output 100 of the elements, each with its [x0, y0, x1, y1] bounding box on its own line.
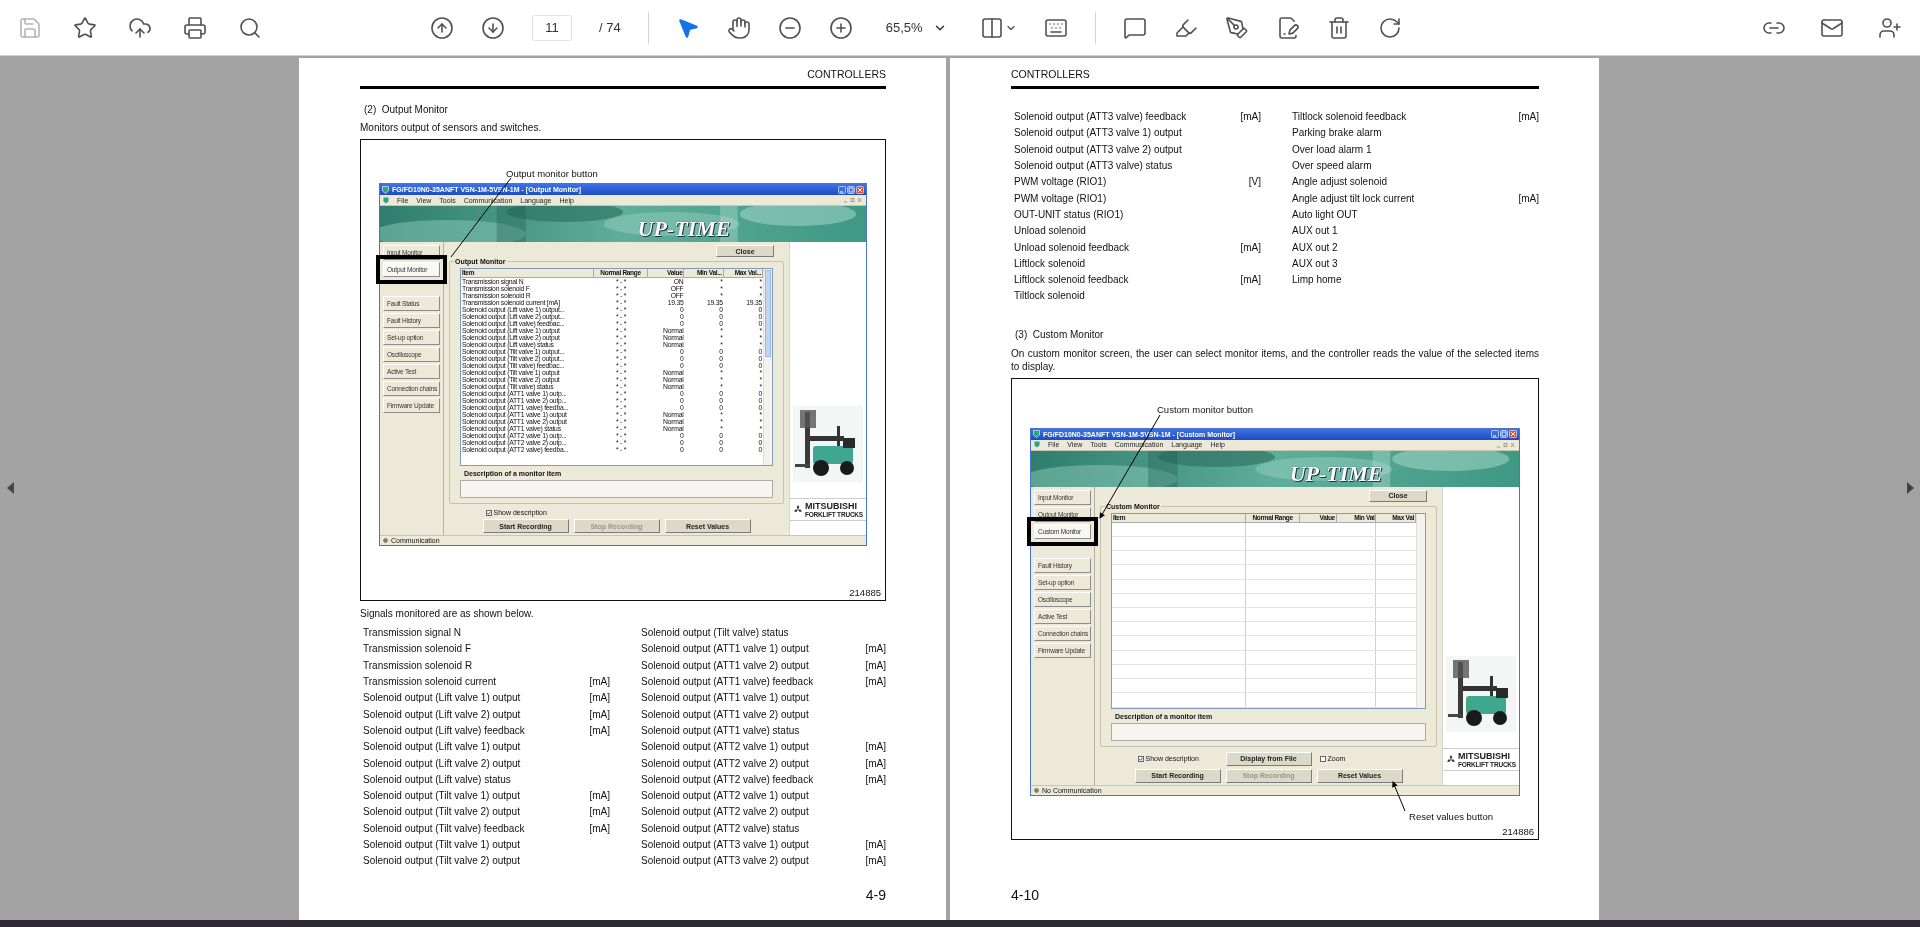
signal-unit: [mA]	[865, 757, 886, 769]
zoom-out-icon[interactable]	[777, 15, 802, 40]
page-layout-icon[interactable]	[979, 15, 1004, 40]
signal-unit: [mA]	[1518, 192, 1539, 204]
search-icon[interactable]	[238, 15, 262, 40]
banner-title: UP-TIME	[1289, 460, 1383, 487]
zoom-dropdown[interactable]: 65,5%	[879, 16, 953, 39]
cloud-upload-icon[interactable]	[128, 15, 152, 40]
signal-name: Unload solenoid feedback	[1014, 241, 1130, 253]
three-diamonds-icon	[1446, 754, 1456, 764]
previous-page-icon[interactable]	[6, 482, 14, 494]
signal-unit: [V]	[1248, 176, 1261, 188]
signal-unit: [mA]	[589, 676, 610, 688]
signal-name: AUX out 3	[1292, 257, 1338, 269]
signal-name: Transmission solenoid R	[363, 659, 473, 671]
signal-name: AUX out 1	[1292, 225, 1338, 237]
banner-title: UP-TIME	[637, 216, 731, 242]
signal-unit: [mA]	[589, 790, 610, 802]
pen-icon[interactable]	[1224, 15, 1249, 40]
signal-name: Liftlock solenoid feedback	[1014, 274, 1129, 286]
signal-name: Tiltlock solenoid feedback	[1292, 111, 1407, 123]
signal-name: Solenoid output (ATT1 valve) status	[641, 724, 800, 736]
running-header: CONTROLLERS	[806, 68, 886, 81]
signal-unit: [mA]	[865, 659, 886, 671]
signal-name: Solenoid output (Tilt valve 1) output	[363, 790, 520, 802]
signal-name: Solenoid output (ATT3 valve) feedback	[1014, 111, 1187, 123]
signal-unit: [mA]	[589, 708, 610, 720]
signal-unit: [mA]	[1240, 274, 1261, 286]
close-icon[interactable]	[1509, 430, 1517, 439]
three-diamonds-icon	[793, 505, 803, 514]
zoom-in-icon[interactable]	[828, 15, 853, 40]
signal-name: Over load alarm 1	[1292, 143, 1372, 155]
signal-name: OUT-UNIT status (RIO1)	[1014, 208, 1124, 220]
signal-name: Solenoid output (ATT2 valve 2) output	[641, 757, 809, 769]
signal-unit: [mA]	[1518, 111, 1539, 123]
close-icon[interactable]	[856, 185, 864, 194]
signal-name: Solenoid output (Lift valve 1) output	[363, 692, 521, 704]
signal-name: Solenoid output (Tilt valve 2) output	[363, 855, 520, 867]
signal-name: Solenoid output (ATT1 valve 2) output	[641, 659, 809, 671]
page-number: 4-9	[864, 887, 886, 903]
signal-name: Solenoid output (ATT2 valve) status	[641, 822, 800, 834]
signal-name: Solenoid output (ATT1 valve) feedback	[641, 676, 814, 688]
signal-unit: [mA]	[865, 643, 886, 655]
scrollbar[interactable]	[1416, 513, 1425, 708]
signal-name: Auto light OUT	[1292, 208, 1358, 220]
signal-name: Solenoid output (Tilt valve 2) output	[363, 806, 520, 818]
callout-label: Custom monitor button	[1157, 403, 1254, 415]
figure-number: 214885	[849, 587, 881, 598]
arrow-up-icon[interactable]	[430, 15, 454, 40]
signal-unit: [mA]	[589, 822, 610, 834]
maximize-icon[interactable]	[1500, 430, 1508, 439]
signal-name: Parking brake alarm	[1292, 127, 1382, 139]
add-user-icon[interactable]	[1878, 15, 1902, 40]
signal-name: Liftlock solenoid	[1014, 257, 1086, 269]
trash-icon[interactable]	[1326, 15, 1351, 40]
callout-label: Reset values button	[1409, 810, 1493, 822]
page-count: / 74	[599, 20, 621, 35]
signal-name: Angle adjust solenoid	[1292, 176, 1388, 188]
signal-name: Solenoid output (ATT2 valve) feedback	[641, 773, 814, 785]
arrow-down-icon[interactable]	[481, 15, 505, 40]
signal-name: Solenoid output (Tilt valve 1) output	[363, 839, 520, 850]
signal-name: Solenoid output (ATT2 valve 1) output	[641, 790, 809, 802]
comment-icon[interactable]	[1122, 15, 1147, 40]
signal-name: Solenoid output (ATT1 valve 2) output	[641, 708, 809, 720]
status-icon	[383, 538, 388, 543]
signal-name: Solenoid output (Tilt valve) feedback	[363, 822, 525, 834]
signal-name: Solenoid output (ATT3 valve 2) output	[641, 855, 809, 867]
signal-name: PWM voltage (RIO1)	[1014, 192, 1107, 204]
signal-name: Solenoid output (Lift valve) status	[363, 773, 511, 785]
star-icon[interactable]	[73, 15, 97, 40]
status-icon	[1034, 787, 1039, 793]
page-number-field[interactable]: 11	[532, 14, 572, 41]
minimize-icon[interactable]	[838, 185, 846, 194]
signal-unit: [mA]	[865, 676, 886, 688]
signal-unit: [mA]	[865, 855, 886, 867]
signal-unit: [mA]	[589, 806, 610, 818]
hand-icon[interactable]	[726, 15, 751, 40]
minimize-icon[interactable]	[1491, 430, 1499, 439]
signal-name: PWM voltage (RIO1)	[1014, 176, 1107, 188]
next-page-icon[interactable]	[1906, 482, 1914, 494]
paragraph: Signals monitored are as shown below.	[360, 606, 535, 620]
signal-name: Solenoid output (ATT3 valve) status	[1014, 160, 1173, 172]
redo-icon[interactable]	[1377, 15, 1402, 40]
signal-name: Solenoid output (Lift valve) feedback	[363, 724, 525, 736]
scrollbar[interactable]	[763, 269, 772, 465]
signal-name: Transmission solenoid current	[363, 676, 497, 688]
paragraph: On custom monitor screen, the user can select monitor items, and the controller reads the value of the selected items to display.	[1011, 346, 1539, 373]
signal-name: Solenoid output (Lift valve 2) output	[363, 757, 521, 769]
page-number: 4-10	[1011, 887, 1041, 903]
signal-name: Solenoid output (ATT3 valve 2) output	[1014, 143, 1182, 155]
running-header: CONTROLLERS	[1011, 68, 1091, 81]
signal-name: Solenoid output (ATT1 valve 1) output	[641, 692, 809, 704]
signal-name: Solenoid output (ATT2 valve 2) output	[641, 806, 809, 818]
section-title: (3) Custom Monitor	[1014, 329, 1105, 342]
signal-name: Limp home	[1292, 274, 1342, 286]
printer-icon[interactable]	[183, 15, 207, 40]
signal-name: Solenoid output (Tilt valve) status	[641, 627, 789, 639]
signal-name: Solenoid output (Lift valve 1) output	[363, 741, 521, 753]
signal-name: Transmission signal N	[363, 627, 461, 639]
maximize-icon[interactable]	[847, 185, 855, 194]
